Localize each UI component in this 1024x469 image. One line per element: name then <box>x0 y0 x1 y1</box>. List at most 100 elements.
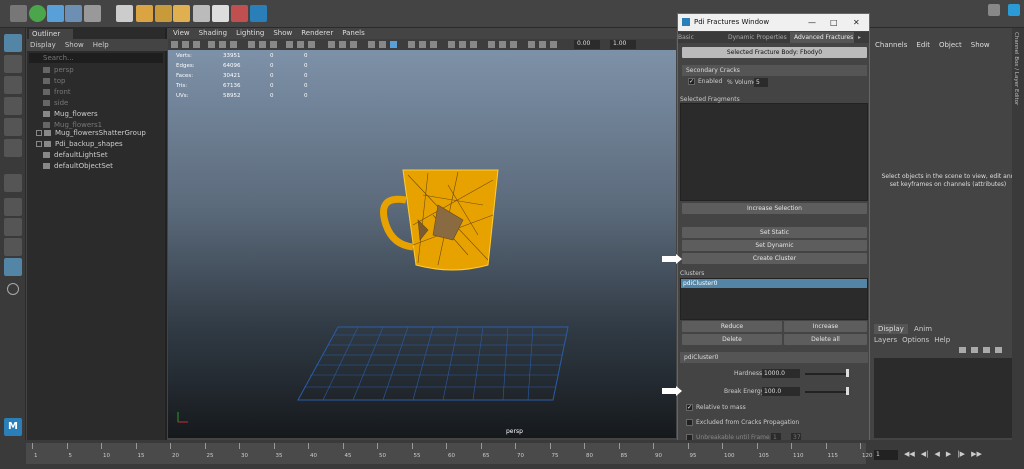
layer-up-icon[interactable] <box>959 347 966 353</box>
split-view-icon[interactable] <box>4 238 22 256</box>
mi-logo-icon[interactable] <box>250 5 267 22</box>
outliner-item[interactable]: defaultLightSet <box>27 150 167 161</box>
user-icon[interactable] <box>1008 4 1020 16</box>
go-end-icon[interactable]: ▶▶ <box>971 450 982 458</box>
increase-selection-button[interactable]: Increase Selection <box>682 203 867 214</box>
key-icon[interactable] <box>193 5 210 22</box>
time-slider[interactable]: 1 5 10 15 20 25 30 35 40 45 50 55 60 65 70 75 80 85 90 95 10… <box>26 443 873 464</box>
minimize-icon[interactable]: — <box>808 18 816 27</box>
lasso-tool-icon[interactable] <box>4 55 22 73</box>
hardness-slider-handle[interactable] <box>846 369 849 377</box>
expand-icon[interactable] <box>36 141 42 147</box>
molecule-icon[interactable] <box>29 5 46 22</box>
new-layer-selected-icon[interactable] <box>995 347 1002 353</box>
move-tool-icon[interactable] <box>4 97 22 115</box>
excluded-checkbox[interactable]: Excluded from Cracks Propagation <box>686 419 799 426</box>
close-icon[interactable]: ✕ <box>853 18 860 27</box>
break-energy-slider-handle[interactable] <box>846 387 849 395</box>
expand-icon[interactable] <box>36 130 42 136</box>
chan-menu-channels[interactable]: Channels <box>875 41 907 49</box>
vp-menu-panels[interactable]: Panels <box>342 29 365 37</box>
curve-tool-icon[interactable] <box>4 174 22 192</box>
break-energy-field[interactable]: 100.0 <box>762 387 800 396</box>
chan-menu-edit[interactable]: Edit <box>916 41 930 49</box>
viewport-canvas[interactable]: Verts: 33951 0 0 Edges: 64096 0 0 Faces:… <box>168 50 676 438</box>
layer-menu-help[interactable]: Help <box>934 336 950 344</box>
help-icon[interactable] <box>987 4 1000 16</box>
secondary-cracks-section[interactable]: Secondary Cracks <box>682 65 867 76</box>
outliner-item[interactable]: Mug_flowers <box>27 109 167 120</box>
cube-gold-icon[interactable] <box>173 5 190 22</box>
brush-icon[interactable] <box>84 5 101 22</box>
play-icon[interactable]: ▶ <box>946 450 951 458</box>
fracture-icon[interactable] <box>47 5 64 22</box>
hardness-field[interactable]: 1000.0 <box>762 369 800 378</box>
two-panes-icon[interactable] <box>4 218 22 236</box>
tab-scroll-arrow-icon[interactable]: ▸ <box>858 32 861 43</box>
outliner-search-input[interactable]: Search... <box>29 53 163 63</box>
new-layer-icon[interactable] <box>983 347 990 353</box>
search-icon[interactable] <box>7 283 19 295</box>
chan-menu-object[interactable]: Object <box>939 41 962 49</box>
clusters-list[interactable]: pdiCluster0 <box>680 278 868 320</box>
reduce-button[interactable]: Reduce <box>682 321 782 332</box>
outliner-layout-icon[interactable] <box>4 258 22 276</box>
hardness-slider[interactable] <box>805 373 849 375</box>
outliner-tab[interactable]: Outliner <box>29 29 73 39</box>
outliner-item[interactable]: persp <box>27 65 167 76</box>
eraser-icon[interactable] <box>212 5 229 22</box>
play-icon[interactable] <box>65 5 82 22</box>
outliner-menu-show[interactable]: Show <box>65 41 84 49</box>
layer-down-icon[interactable] <box>971 347 978 353</box>
delete-all-button[interactable]: Delete all <box>784 334 867 345</box>
volume-field[interactable]: 5 <box>754 78 768 87</box>
outliner-item[interactable]: Mug_flowersShatterGroup <box>27 128 167 139</box>
vp-menu-view[interactable]: View <box>173 29 190 37</box>
outliner-item[interactable]: top <box>27 76 167 87</box>
chan-menu-show[interactable]: Show <box>971 41 990 49</box>
tab-basic-fractures[interactable]: Basic Fractures <box>678 32 722 43</box>
maximize-icon[interactable]: □ <box>830 18 838 27</box>
vp-menu-renderer[interactable]: Renderer <box>301 29 333 37</box>
break-energy-slider[interactable] <box>805 391 849 393</box>
exposure-field[interactable]: 0.00 <box>577 40 590 47</box>
go-start-icon[interactable]: ◀◀ <box>904 450 915 458</box>
set-dynamic-button[interactable]: Set Dynamic <box>682 240 867 251</box>
create-cluster-button[interactable]: Create Cluster <box>682 253 867 264</box>
relative-to-mass-checkbox[interactable]: ✓ Relative to mass <box>686 404 746 411</box>
hand-icon[interactable] <box>231 5 248 22</box>
cluster-list-item[interactable]: pdiCluster0 <box>681 279 867 288</box>
outliner-item[interactable]: Pdi_backup_shapes <box>27 139 167 150</box>
open-scene-icon[interactable] <box>10 5 27 22</box>
layer-menu-layers[interactable]: Layers <box>874 336 897 344</box>
outliner-menu-help[interactable]: Help <box>93 41 109 49</box>
cube-split-icon[interactable] <box>155 5 172 22</box>
outliner-item[interactable]: defaultObjectSet <box>27 161 167 172</box>
viewport-toolbar-icons[interactable] <box>168 39 676 50</box>
outliner-item[interactable]: side <box>27 98 167 109</box>
cube-orange-icon[interactable] <box>136 5 153 22</box>
single-perspective-icon[interactable] <box>4 198 22 216</box>
step-forward-icon[interactable]: |▶ <box>957 450 965 458</box>
tab-advanced-fractures[interactable]: Advanced Fractures <box>790 32 854 43</box>
tab-anim[interactable]: Anim <box>910 324 936 334</box>
select-tool-icon[interactable] <box>4 34 22 52</box>
paint-select-icon[interactable] <box>4 76 22 94</box>
play-back-icon[interactable]: ◀ <box>935 450 940 458</box>
rotate-tool-icon[interactable] <box>4 118 22 136</box>
gamma-field[interactable]: 1.00 <box>613 40 626 47</box>
tab-dynamic-properties[interactable]: Dynamic Properties <box>728 32 787 43</box>
tab-display[interactable]: Display <box>874 324 908 334</box>
fractured-mug[interactable] <box>368 165 518 285</box>
vp-menu-show[interactable]: Show <box>273 29 292 37</box>
layer-menu-options[interactable]: Options <box>902 336 929 344</box>
layer-list[interactable] <box>874 358 1012 438</box>
vp-menu-lighting[interactable]: Lighting <box>236 29 264 37</box>
delete-button[interactable]: Delete <box>682 334 782 345</box>
current-frame-field[interactable]: 1 <box>874 450 898 460</box>
enabled-checkbox[interactable]: ✓ Enabled <box>688 78 722 85</box>
outliner-item[interactable]: front <box>27 87 167 98</box>
set-static-button[interactable]: Set Static <box>682 227 867 238</box>
increase-button[interactable]: Increase <box>784 321 867 332</box>
outliner-menu-display[interactable]: Display <box>30 41 56 49</box>
